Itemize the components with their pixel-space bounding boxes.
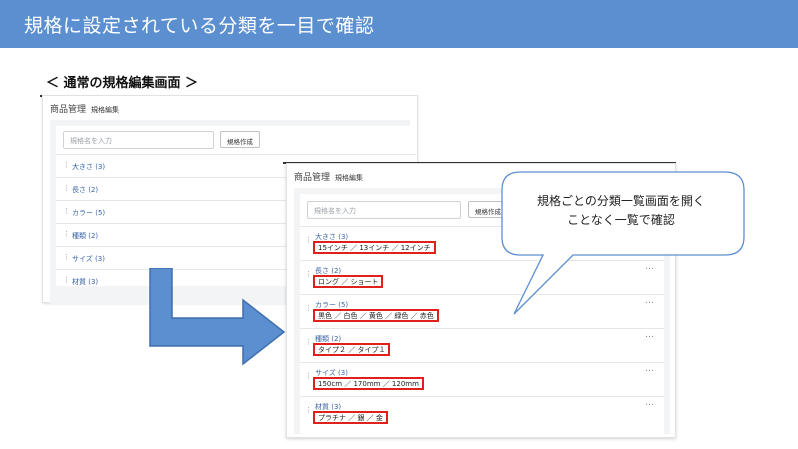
- create-spec-button[interactable]: 規格作成: [220, 131, 260, 148]
- list-item[interactable]: ⋮ 材質 (3) プラチナ ／ 銀 ／ 金 …: [300, 396, 664, 430]
- list-item[interactable]: ⋮ 種類 (2) タイプ２ ／ タイプ１ …: [300, 328, 664, 362]
- front-spec-panel: 規格名を入力 規格作成 ⋮ 大きさ (3) 15インチ ／ 13インチ ／ 12…: [300, 194, 664, 434]
- drag-handle-icon[interactable]: ⋮: [63, 208, 70, 215]
- spec-values-highlight: ロング ／ ショート: [313, 275, 384, 288]
- drag-handle-icon[interactable]: ⋮: [305, 373, 312, 380]
- list-item[interactable]: ⋮ カラー (5) 黒色 ／ 白色 ／ 黄色 ／ 緑色 ／ 赤色 …: [300, 294, 664, 328]
- list-item[interactable]: ⋮ 長さ (2) ロング ／ ショート …: [300, 260, 664, 294]
- more-icon[interactable]: …: [645, 398, 654, 408]
- drag-handle-icon[interactable]: ⋮: [63, 254, 70, 261]
- drag-handle-icon[interactable]: ⋮: [63, 231, 70, 238]
- spec-label[interactable]: カラー (5): [72, 208, 105, 218]
- spec-label[interactable]: 長さ (2): [72, 185, 98, 195]
- front-spec-list: ⋮ 大きさ (3) 15インチ ／ 13インチ ／ 12インチ … ⋮ 長さ (…: [300, 226, 664, 430]
- breadcrumb[interactable]: 商品管理: [294, 173, 330, 183]
- create-spec-button[interactable]: 規格作成: [468, 201, 508, 218]
- spec-label[interactable]: 大きさ (3): [72, 162, 105, 172]
- spec-label[interactable]: 材質 (3): [72, 277, 98, 287]
- spec-values-highlight: 150cm ／ 170mm ／ 120mm: [313, 377, 424, 390]
- arrow-shape: [149, 268, 286, 366]
- drag-handle-icon[interactable]: ⋮: [305, 237, 312, 244]
- banner-title: 規格に設定されている分類を一目で確認: [24, 15, 375, 37]
- more-icon[interactable]: …: [645, 296, 654, 306]
- spec-values-highlight: プラチナ ／ 銀 ／ 金: [313, 411, 388, 424]
- callout-text: 規格ごとの分類一覧画面を開く ことなく一覧で確認: [503, 192, 739, 230]
- spec-label[interactable]: サイズ (3): [72, 254, 105, 264]
- drag-handle-icon[interactable]: ⋮: [305, 407, 312, 414]
- drag-handle-icon[interactable]: ⋮: [305, 271, 312, 278]
- spec-values-highlight: タイプ２ ／ タイプ１: [313, 343, 391, 356]
- page-subtitle: 規格編集: [91, 106, 120, 114]
- spec-name-input[interactable]: 規格名を入力: [63, 131, 214, 149]
- page-subtitle: 規格編集: [335, 174, 364, 182]
- list-item[interactable]: ⋮ 大きさ (3) 15インチ ／ 13インチ ／ 12インチ …: [300, 226, 664, 260]
- spec-values-highlight: 黒色 ／ 白色 ／ 黄色 ／ 緑色 ／ 赤色: [313, 309, 439, 322]
- drag-handle-icon[interactable]: ⋮: [63, 185, 70, 192]
- callout-line-2: ことなく一覧で確認: [567, 213, 675, 227]
- back-window-header: 商品管理 規格編集: [43, 96, 417, 116]
- more-icon[interactable]: …: [645, 262, 654, 272]
- breadcrumb[interactable]: 商品管理: [50, 105, 86, 115]
- drag-handle-icon[interactable]: ⋮: [305, 305, 312, 312]
- list-item[interactable]: ⋮ サイズ (3) 150cm ／ 170mm ／ 120mm …: [300, 362, 664, 396]
- spec-name-input[interactable]: 規格名を入力: [307, 201, 461, 219]
- front-window-header: 商品管理 規格編集: [287, 164, 675, 184]
- callout-line-1: 規格ごとの分類一覧画面を開く: [537, 194, 705, 208]
- more-icon[interactable]: …: [645, 330, 654, 340]
- spec-values-highlight: 15インチ ／ 13インチ ／ 12インチ: [313, 241, 436, 254]
- drag-handle-icon[interactable]: ⋮: [63, 277, 70, 284]
- spec-label[interactable]: 種類 (2): [72, 231, 98, 241]
- l-arrow-icon: [149, 268, 286, 366]
- drag-handle-icon[interactable]: ⋮: [63, 162, 70, 169]
- section-title: ＜ 通常の規格編集画面 ＞: [46, 76, 199, 91]
- drag-handle-icon[interactable]: ⋮: [305, 339, 312, 346]
- more-icon[interactable]: …: [645, 364, 654, 374]
- title-banner: 規格に設定されている分類を一目で確認: [0, 0, 798, 48]
